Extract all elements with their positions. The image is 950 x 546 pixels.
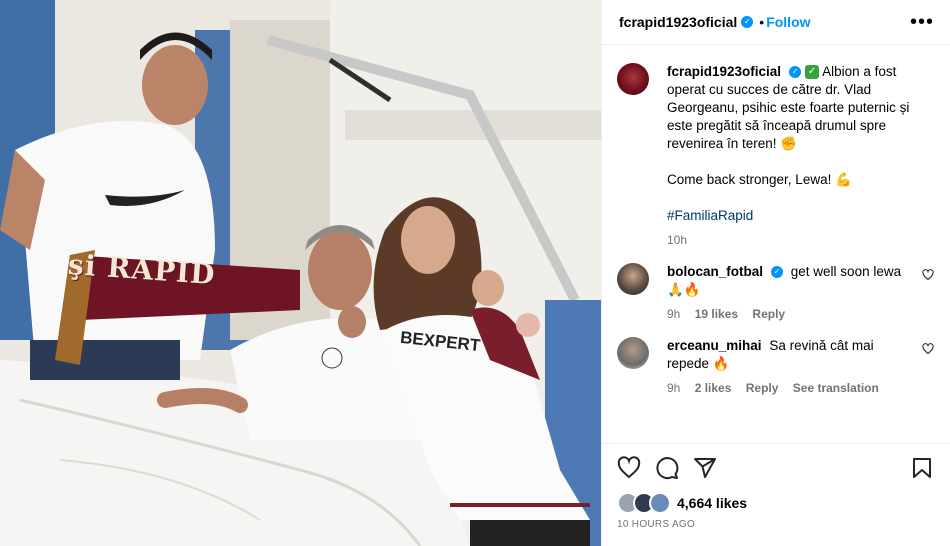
reply-button[interactable]: Reply xyxy=(752,307,785,321)
post-side-panel: fcrapid1923oficial ✓ • Follow ••• fcrapi… xyxy=(601,0,950,546)
avatar[interactable] xyxy=(617,263,649,295)
avatar[interactable] xyxy=(617,337,649,369)
fire-emoji-icon: 🔥 xyxy=(712,356,730,371)
share-icon[interactable] xyxy=(693,456,717,485)
header-separator: • xyxy=(759,14,765,30)
reply-button[interactable]: Reply xyxy=(746,381,779,395)
likes-row: 4,664 likes xyxy=(617,492,934,514)
comment-time[interactable]: 9h xyxy=(667,307,680,321)
post-timestamp[interactable]: 10 HOURS AGO xyxy=(617,519,934,530)
comment-time[interactable]: 9h xyxy=(667,381,680,395)
post-photo[interactable]: şi RAPID BEXPERT xyxy=(0,0,601,546)
caption: fcrapid1923oficial ✓ ✓ Albion a fost opera… xyxy=(617,63,934,249)
check-emoji-icon: ✓ xyxy=(805,65,820,80)
hashtag-link[interactable]: #FamiliaRapid xyxy=(667,208,753,223)
comment-item: bolocan_fotbal ✓ get well soon lewa 🙏🔥 9h… xyxy=(617,263,934,323)
comment-username[interactable]: erceanu_mihai xyxy=(667,338,762,353)
comment-text: get well soon lewa xyxy=(790,264,902,279)
likes-count[interactable]: 4,664 likes xyxy=(677,495,747,511)
instagram-post: şi RAPID BEXPERT fcrapid1923oficial ✓ • … xyxy=(0,0,950,546)
comment-item: erceanu_mihai Sa revină cât mai repede 🔥… xyxy=(617,337,934,397)
post-actions: 4,664 likes 10 HOURS AGO xyxy=(602,443,950,530)
caption-username[interactable]: fcrapid1923oficial xyxy=(667,64,781,79)
action-icons-row xyxy=(617,455,934,485)
follow-button[interactable]: Follow xyxy=(766,14,810,30)
more-icon[interactable]: ••• xyxy=(910,11,934,34)
header-username[interactable]: fcrapid1923oficial xyxy=(619,14,737,30)
comment-likes[interactable]: 2 likes xyxy=(695,381,732,395)
comment-meta: 9h 2 likes Reply See translation xyxy=(667,379,914,397)
heart-icon[interactable] xyxy=(617,455,641,485)
pray-emoji-icon: 🙏🔥 xyxy=(667,282,701,297)
verified-icon: ✓ xyxy=(741,16,754,28)
muscle-emoji-icon: 💪 xyxy=(835,172,852,187)
comment-icon[interactable] xyxy=(655,456,679,485)
post-header: fcrapid1923oficial ✓ • Follow ••• xyxy=(602,0,950,45)
comment-like-icon[interactable] xyxy=(922,343,934,397)
comments-section: fcrapid1923oficial ✓ ✓ Albion a fost opera… xyxy=(602,45,950,443)
verified-icon: ✓ xyxy=(789,66,802,79)
verified-icon: ✓ xyxy=(771,266,784,279)
see-translation-button[interactable]: See translation xyxy=(793,381,879,395)
comment-like-icon[interactable] xyxy=(922,269,934,323)
caption-time[interactable]: 10h xyxy=(667,233,687,247)
comment-likes[interactable]: 19 likes xyxy=(695,307,738,321)
bookmark-icon[interactable] xyxy=(910,456,934,485)
comment-meta: 9h 19 likes Reply xyxy=(667,305,914,323)
comment-username[interactable]: bolocan_fotbal xyxy=(667,264,763,279)
caption-text-2: Come back stronger, Lewa! xyxy=(667,172,832,187)
caption-meta: 10h xyxy=(667,231,934,249)
fist-emoji-icon: ✊ xyxy=(780,136,798,151)
avatar[interactable] xyxy=(617,63,649,95)
liker-avatar xyxy=(649,492,671,514)
